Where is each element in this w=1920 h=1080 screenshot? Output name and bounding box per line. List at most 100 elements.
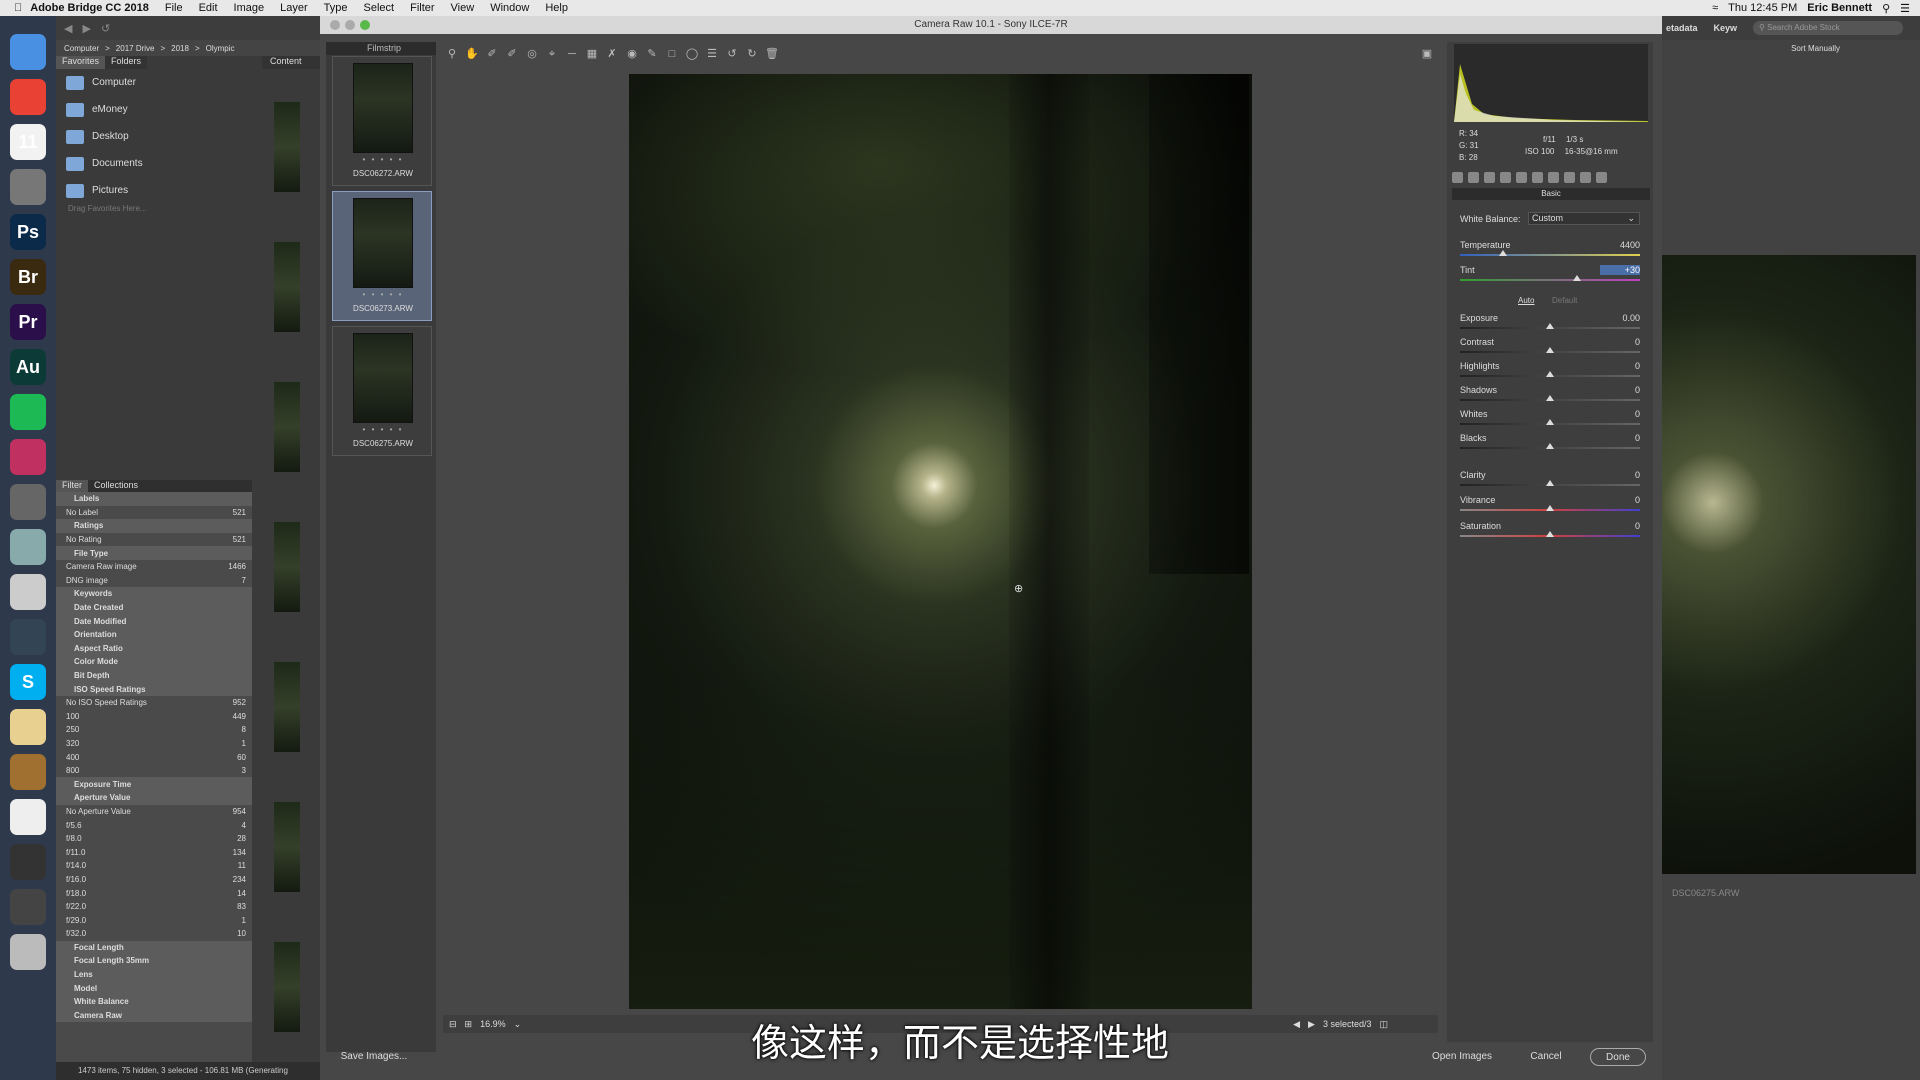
filter-item[interactable]: No Aperture Value 954	[56, 805, 252, 819]
color-sampler-icon[interactable]: ✐	[505, 47, 519, 61]
zoom-window-icon[interactable]	[360, 20, 370, 30]
filmstrip-thumb[interactable]: • • • • • DSC06272.ARW	[332, 56, 432, 186]
straighten-tool-icon[interactable]: ─	[565, 47, 579, 61]
search-field[interactable]: ⚲ Search Adobe Stock	[1753, 21, 1904, 35]
dvd-icon[interactable]	[10, 574, 46, 610]
slider-temperature[interactable]: Temperature 4400	[1460, 240, 1640, 260]
slider-handle[interactable]	[1573, 275, 1581, 281]
filter-category[interactable]: Color Mode	[56, 655, 252, 669]
radial-filter-icon[interactable]: ◯	[685, 47, 699, 61]
filter-category[interactable]: White Balance	[56, 994, 252, 1009]
chrome-icon[interactable]	[10, 79, 46, 115]
tab-collections[interactable]: Collections	[88, 480, 144, 492]
close-window-icon[interactable]	[330, 20, 340, 30]
tab-metadata[interactable]: etadata	[1666, 23, 1698, 33]
tab-content[interactable]: Content	[262, 56, 320, 69]
effects-icon[interactable]	[1548, 172, 1559, 183]
thumb-rating[interactable]: • • • • •	[333, 155, 433, 164]
menu-item-view[interactable]: View	[451, 2, 475, 14]
default-link[interactable]: Default	[1552, 296, 1577, 305]
apple-icon[interactable]: 	[14, 2, 22, 14]
slider-highlights[interactable]: Highlights 0	[1460, 361, 1640, 381]
menu-item-file[interactable]: File	[165, 2, 183, 14]
filter-category[interactable]: Focal Length 35mm	[56, 954, 252, 968]
filter-item[interactable]: f/8.0 28	[56, 832, 252, 846]
filmstrip-thumb[interactable]: • • • • • DSC06275.ARW	[332, 326, 432, 456]
photoshop-icon[interactable]: Ps	[10, 214, 46, 250]
skype-icon[interactable]: S	[10, 664, 46, 700]
trash-icon[interactable]: 🗑	[765, 47, 779, 61]
filter-item[interactable]: f/5.6 4	[56, 818, 252, 832]
tab-filter[interactable]: Filter	[56, 480, 88, 492]
breadcrumb-olympic[interactable]: Olympic	[206, 44, 235, 53]
slider-handle[interactable]	[1546, 443, 1554, 449]
notes-icon[interactable]	[10, 709, 46, 745]
favorite-computer[interactable]: Computer	[56, 69, 252, 96]
filter-category[interactable]: Date Modified	[56, 614, 252, 628]
back-arrow-icon[interactable]: ◀	[64, 22, 72, 35]
menu-item-select[interactable]: Select	[364, 2, 395, 14]
filter-item[interactable]: f/32.0 10	[56, 927, 252, 941]
red-eye-icon[interactable]: ◉	[625, 47, 639, 61]
bridge-icon[interactable]: Br	[10, 259, 46, 295]
thumb-rating[interactable]: • • • • •	[333, 425, 433, 434]
filter-item[interactable]: No ISO Speed Ratings 952	[56, 696, 252, 710]
filter-category[interactable]: Aspect Ratio	[56, 641, 252, 656]
tab-keywords[interactable]: Keyw	[1714, 23, 1738, 33]
content-thumbnail[interactable]	[274, 102, 300, 192]
preview-image[interactable]	[1662, 255, 1916, 874]
presets-icon[interactable]	[1580, 172, 1591, 183]
crop-tool-icon[interactable]: ⌖	[545, 47, 559, 61]
slider-vibrance[interactable]: Vibrance 0	[1460, 495, 1640, 515]
slider-handle[interactable]	[1499, 250, 1508, 256]
content-thumbnail[interactable]	[274, 522, 300, 612]
slider-track[interactable]	[1460, 279, 1640, 281]
slider-track[interactable]	[1460, 254, 1640, 256]
graduated-filter-icon[interactable]: □	[665, 47, 679, 61]
hand-tool-icon[interactable]: ✋	[465, 47, 479, 61]
white-balance-select[interactable]: Custom ⌄	[1528, 212, 1640, 225]
split-toning-icon[interactable]	[1516, 172, 1527, 183]
menu-item-filter[interactable]: Filter	[410, 2, 434, 14]
menu-item-help[interactable]: Help	[545, 2, 568, 14]
filter-item[interactable]: 400 60	[56, 750, 252, 764]
recent-icon[interactable]: ↺	[101, 22, 110, 35]
adjustment-brush-icon[interactable]: ✎	[645, 47, 659, 61]
filter-item[interactable]: f/18.0 14	[56, 886, 252, 900]
slider-handle[interactable]	[1546, 531, 1554, 537]
slider-clarity[interactable]: Clarity 0	[1460, 470, 1640, 490]
filter-category[interactable]: Aperture Value	[56, 791, 252, 805]
app-name[interactable]: Adobe Bridge CC 2018	[30, 2, 149, 14]
slider-whites[interactable]: Whites 0	[1460, 409, 1640, 429]
menu-item-layer[interactable]: Layer	[280, 2, 308, 14]
slider-contrast[interactable]: Contrast 0	[1460, 337, 1640, 357]
lens-corrections-icon[interactable]	[1532, 172, 1543, 183]
filter-item[interactable]: No Label 521	[56, 506, 252, 520]
camera-calibration-icon[interactable]	[1564, 172, 1575, 183]
slider-value[interactable]: 0	[1600, 433, 1640, 443]
tab-favorites[interactable]: Favorites	[56, 56, 106, 69]
transform-tool-icon[interactable]: ▦	[585, 47, 599, 61]
display-icon[interactable]	[10, 844, 46, 880]
slider-handle[interactable]	[1546, 419, 1554, 425]
premiere-icon[interactable]: Pr	[10, 304, 46, 340]
filter-item[interactable]: f/14.0 11	[56, 859, 252, 873]
auto-link[interactable]: Auto	[1518, 296, 1534, 305]
slider-tint[interactable]: Tint +30	[1460, 265, 1640, 285]
filter-item[interactable]: 800 3	[56, 764, 252, 778]
content-thumbnail[interactable]	[274, 382, 300, 472]
filter-category[interactable]: Date Created	[56, 600, 252, 615]
photoshop-doc-icon[interactable]	[10, 889, 46, 925]
quicktime-icon[interactable]	[10, 619, 46, 655]
slider-value[interactable]: 0	[1600, 470, 1640, 480]
filmstrip-thumb[interactable]: • • • • • DSC06273.ARW	[332, 191, 432, 321]
tab-folders[interactable]: Folders	[105, 56, 148, 69]
slider-saturation[interactable]: Saturation 0	[1460, 521, 1640, 541]
audition-icon[interactable]: Au	[10, 349, 46, 385]
slider-shadows[interactable]: Shadows 0	[1460, 385, 1640, 405]
utility-icon[interactable]	[10, 754, 46, 790]
detail-icon[interactable]	[1484, 172, 1495, 183]
menu-item-type[interactable]: Type	[324, 2, 348, 14]
slider-handle[interactable]	[1546, 480, 1554, 486]
filter-category[interactable]: Model	[56, 981, 252, 995]
